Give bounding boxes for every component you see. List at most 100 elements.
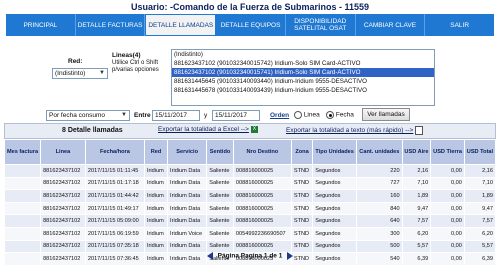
- table-cell: 0,00: [430, 239, 465, 254]
- table-cell: 7,57: [463, 214, 497, 228]
- table-cell: Segundos: [312, 201, 358, 216]
- export-excel-link[interactable]: Exportar la totalidad a Excel --> X: [158, 126, 258, 133]
- table-cell: 7,10: [463, 176, 497, 191]
- table-cell: 008816000025: [232, 176, 292, 191]
- orden-fecha-option[interactable]: Fecha: [326, 111, 354, 119]
- table-cell: Segundos: [312, 226, 358, 241]
- table-cell: 008816000025: [232, 189, 292, 203]
- table-cell: Iridium: [143, 239, 169, 254]
- table-cell: Iridium: [143, 201, 169, 216]
- red-select[interactable]: (Indistinto) ▼: [52, 68, 108, 79]
- red-select-value: (Indistinto): [55, 70, 86, 77]
- column-header: Linea: [40, 139, 86, 165]
- export-text-link[interactable]: Exportar la totalidad a texto (más rápid…: [286, 126, 424, 135]
- lineas-listbox[interactable]: (Indistinto) 881623437102 (9010323400157…: [171, 49, 435, 106]
- nav-principal[interactable]: PRINCIPAL: [6, 14, 76, 36]
- table-row: 881623437102 2017/11/15 01:11:45 Iridium Ir…: [3, 164, 497, 178]
- table-cell: 881623437102: [40, 226, 86, 241]
- date-to-input[interactable]: 15/11/2017: [212, 110, 260, 121]
- table-cell: Iridium: [143, 189, 169, 203]
- orden-linea-option[interactable]: Linea: [294, 111, 320, 119]
- nav-disponibilidad-satelital[interactable]: DISPONIBILIDAD SATELITAL OSAT: [286, 14, 356, 36]
- ver-llamadas-button[interactable]: Ver llamadas: [362, 108, 410, 121]
- table-cell: 2017/11/15 01:17:18: [84, 176, 146, 191]
- table-cell: 2017/11/15 07:35:18: [84, 239, 146, 254]
- date-from-input[interactable]: 15/11/2017: [152, 110, 200, 121]
- lineas-option[interactable]: 881631445645 (901033140093440) Iridium-I…: [172, 77, 434, 86]
- table-cell: Segundos: [312, 176, 358, 191]
- nav-salir[interactable]: SALIR: [425, 14, 494, 36]
- orden-linea-text: Linea: [303, 111, 320, 119]
- prev-page-icon[interactable]: [206, 252, 213, 260]
- y-label: y: [204, 112, 208, 119]
- table-row: 881623437102 2017/11/15 07:35:18 Iridium Ir…: [3, 239, 497, 254]
- table-cell: 008816000025: [232, 239, 292, 254]
- table-cell: Segundos: [312, 214, 358, 228]
- main-nav: PRINCIPAL DETALLE FACTURAS DETALLE LLAMA…: [6, 14, 494, 36]
- table-cell: Iridium: [143, 226, 169, 241]
- export-excel-text: Exportar la totalidad a Excel -->: [158, 126, 249, 134]
- table-cell: 008816000025: [232, 164, 292, 178]
- table-cell: Saliente: [206, 176, 234, 191]
- table-cell: 2017/11/15 05:09:00: [84, 214, 146, 228]
- table-cell: 7,10: [401, 176, 432, 191]
- table-cell: Iridium: [143, 176, 169, 191]
- table-cell: STND: [290, 226, 314, 241]
- nav-detalle-llamadas[interactable]: DETALLE LLAMADAS: [145, 14, 217, 36]
- pager-label: Página Pagina 1 de 1: [217, 252, 283, 260]
- radio-linea[interactable]: [294, 111, 302, 119]
- table-cell: 0,00: [430, 214, 465, 228]
- table-cell: 881623437102: [40, 201, 86, 216]
- next-page-icon[interactable]: [287, 252, 294, 260]
- lineas-option-selected[interactable]: 881623437102 (901032340015741) Iridium-S…: [172, 68, 434, 77]
- lineas-label: Lineas(4): [112, 52, 141, 59]
- nav-detalle-facturas[interactable]: DETALLE FACTURAS: [76, 14, 146, 36]
- table-row: 881623437102 2017/11/15 06:19:59 Iridium Ir…: [3, 226, 497, 241]
- table-cell: 008816000025: [232, 201, 292, 216]
- table-cell: [3, 176, 42, 191]
- table-cell: 0,00: [430, 201, 465, 216]
- table-cell: 881623437102: [40, 239, 86, 254]
- excel-icon: X: [250, 126, 258, 133]
- table-cell: STND: [290, 176, 314, 191]
- radio-fecha[interactable]: [326, 111, 334, 119]
- table-cell: Iridium Data: [167, 176, 208, 191]
- results-count: 8 Detalle llamadas: [62, 127, 123, 134]
- table-cell: 0054992236690507: [232, 226, 292, 241]
- table-cell: 2,16: [401, 164, 432, 178]
- table-cell: 9,47: [463, 201, 497, 216]
- table-cell: 5,57: [463, 239, 497, 254]
- table-cell: Iridium Voice: [167, 226, 208, 241]
- table-body: 881623437102 2017/11/15 01:11:45 Iridium Ir…: [3, 164, 497, 266]
- column-header: Servicio: [167, 139, 208, 165]
- table-cell: 1,89: [463, 189, 497, 203]
- table-cell: Segundos: [312, 189, 358, 203]
- column-header: USD Tierra: [430, 139, 465, 165]
- column-header: Zona: [290, 139, 314, 165]
- lineas-option[interactable]: 881631445678 (901033140093439) Iridium-I…: [172, 86, 434, 95]
- table-cell: 0,00: [430, 226, 465, 241]
- table-cell: Iridium Data: [167, 201, 208, 216]
- table-cell: 2017/11/15 01:44:42: [84, 189, 146, 203]
- table-cell: Saliente: [206, 189, 234, 203]
- table-row: 881623437102 2017/11/15 01:44:42 Iridium Ir…: [3, 189, 497, 203]
- table-cell: 0,00: [430, 164, 465, 178]
- orden-fecha-text: Fecha: [335, 111, 354, 119]
- table-cell: Iridium Data: [167, 239, 208, 254]
- nav-detalle-equipos[interactable]: DETALLE EQUIPOS: [216, 14, 286, 36]
- period-select[interactable]: Por fecha consumo ▼: [46, 110, 130, 121]
- table-cell: Iridium: [143, 164, 169, 178]
- table-cell: 640: [356, 214, 403, 228]
- table-cell: 840: [356, 201, 403, 216]
- lineas-option[interactable]: (Indistinto): [172, 50, 434, 59]
- pager: Página Pagina 1 de 1: [0, 252, 500, 260]
- column-header: Sentido: [206, 139, 234, 165]
- table-cell: 2017/11/15 01:11:45: [84, 164, 146, 178]
- table-cell: 6,20: [401, 226, 432, 241]
- orden-label: Orden: [270, 112, 290, 119]
- lineas-option[interactable]: 881623437102 (901032340015742) Iridium-S…: [172, 59, 434, 68]
- table-cell: Iridium Data: [167, 214, 208, 228]
- column-header: Tipo Unidades: [312, 139, 358, 165]
- nav-cambiar-clave[interactable]: CAMBIAR CLAVE: [356, 14, 426, 36]
- red-label: Red:: [68, 58, 83, 65]
